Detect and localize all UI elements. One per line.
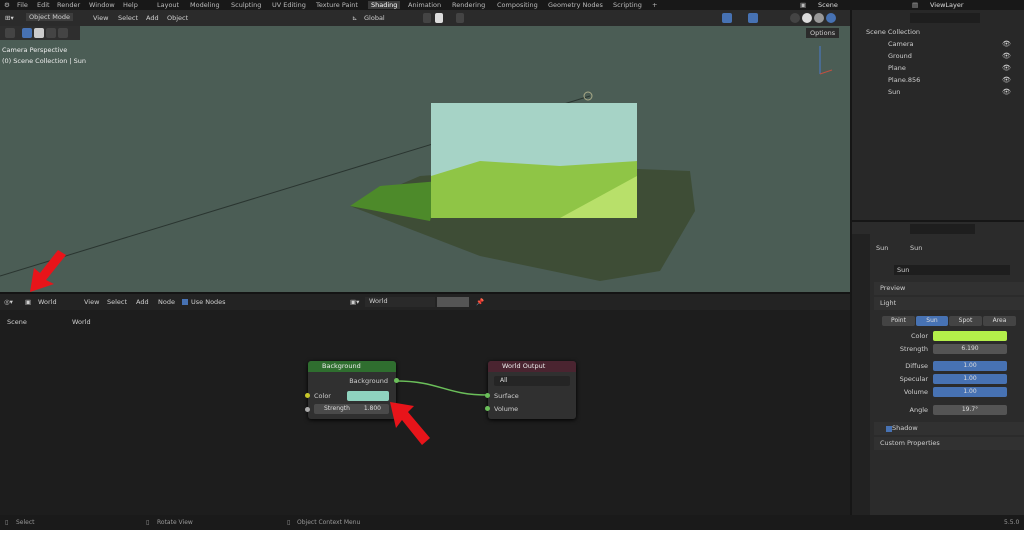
status-rotate: Rotate View (157, 519, 193, 526)
annotation-arrows (30, 250, 430, 445)
version-label: 5.5.0 (1004, 519, 1020, 526)
status-context-menu: Object Context Menu (297, 519, 361, 526)
status-select: Select (16, 519, 35, 526)
mouse-icon: ▯ (287, 519, 291, 526)
mouse-icon: ▯ (146, 519, 150, 526)
status-bar: ▯ Select ▯ Rotate View ▯ Object Context … (0, 515, 1024, 530)
red-arrow-world (30, 250, 66, 292)
red-arrow-strength (390, 402, 430, 445)
mouse-icon: ▯ (5, 519, 9, 526)
